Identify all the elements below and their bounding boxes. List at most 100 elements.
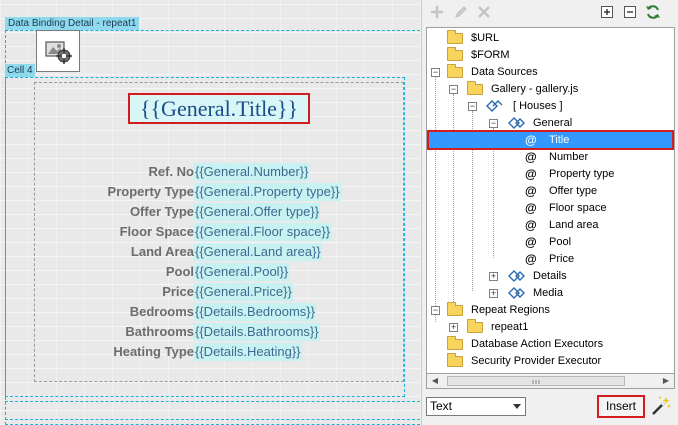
tree-node-label: Gallery - gallery.js	[491, 83, 579, 95]
tree-node-label: Floor space	[549, 202, 607, 214]
field-row: Bedrooms {{Details.Bedrooms}}	[0, 303, 420, 321]
collapse-toggle-icon[interactable]: −	[489, 119, 498, 128]
field-binding[interactable]: {{General.Floor space}}	[194, 223, 332, 241]
gear-picture-icon	[45, 41, 72, 64]
cell-tag[interactable]: Cell 4	[5, 64, 35, 77]
data-binding-widget-icon[interactable]	[36, 30, 80, 72]
folder-icon	[447, 353, 463, 367]
folder-icon	[447, 30, 463, 44]
insert-button[interactable]: Insert	[597, 395, 645, 418]
design-canvas[interactable]: Data Binding Detail - repeat1 Cell 4 {{G…	[0, 0, 420, 425]
tree-node-houses[interactable]: − [ Houses ]	[427, 98, 674, 115]
x-icon[interactable]	[475, 3, 493, 21]
field-row: Land Area {{General.Land area}}	[0, 243, 420, 261]
tree-node-pool[interactable]: @ Pool	[427, 234, 674, 251]
collapse-toggle-icon[interactable]: −	[468, 102, 477, 111]
field-label: Ref. No	[148, 164, 195, 179]
object-icon	[508, 287, 525, 299]
field-binding[interactable]: {{General.Price}}	[194, 283, 293, 301]
tree-node-label: Database Action Executors	[471, 338, 604, 350]
field-row: Price {{General.Price}}	[0, 283, 420, 301]
tree-node-property-type[interactable]: @ Property type	[427, 166, 674, 183]
field-binding[interactable]: {{Details.Bathrooms}}	[194, 323, 320, 341]
expand-toggle-icon[interactable]: +	[489, 272, 498, 281]
scroll-left-icon[interactable]: ◀	[427, 374, 443, 388]
field-label: Heating Type	[113, 344, 194, 359]
pencil-icon[interactable]	[452, 3, 470, 21]
field-binding[interactable]: {{Details.Heating}}	[194, 343, 302, 361]
field-row: Floor Space {{General.Floor space}}	[0, 223, 420, 241]
tree-node-details[interactable]: + Details	[427, 268, 674, 285]
array-icon	[486, 100, 503, 112]
region-divider	[5, 419, 420, 420]
folder-icon	[447, 47, 463, 61]
field-row: Property Type {{General.Property type}}	[0, 183, 420, 201]
tree-node-label: Details	[533, 270, 567, 282]
field-row: Pool {{General.Pool}}	[0, 263, 420, 281]
tree-node-database-action-executors[interactable]: Database Action Executors	[427, 336, 674, 353]
field-binding[interactable]: {{General.Pool}}	[194, 263, 290, 281]
refresh-icon[interactable]	[644, 3, 662, 21]
expand-toggle-icon[interactable]: +	[449, 323, 458, 332]
tree-node-label: Number	[549, 151, 589, 163]
field-row: Heating Type {{Details.Heating}}	[0, 343, 420, 361]
field-binding[interactable]: {{General.Property type}}	[194, 183, 341, 201]
tree-node-label: Land area	[549, 219, 599, 231]
field-label: Price	[162, 284, 194, 299]
tree-node-repeat1[interactable]: + repeat1	[427, 319, 674, 336]
tree-node-label: Media	[533, 287, 563, 299]
property-icon: @	[525, 150, 537, 164]
property-icon: @	[525, 201, 537, 215]
folder-icon	[447, 302, 463, 316]
expand-all-icon[interactable]	[598, 3, 616, 21]
title-binding[interactable]: {{General.Title}}	[128, 93, 310, 124]
collapse-all-icon[interactable]	[621, 3, 639, 21]
collapse-toggle-icon[interactable]: −	[449, 85, 458, 94]
field-row: Offer Type {{General.Offer type}}	[0, 203, 420, 221]
horizontal-scrollbar[interactable]: ◀ ▶	[426, 373, 675, 389]
tree-node-title[interactable]: @ Title	[427, 130, 674, 150]
plus-icon[interactable]	[428, 3, 446, 21]
property-icon: @	[525, 218, 537, 232]
chevron-down-icon	[513, 404, 521, 409]
field-binding[interactable]: {{General.Land area}}	[194, 243, 322, 261]
tree-node-security-provider-executor[interactable]: Security Provider Executor	[427, 353, 674, 370]
property-icon: @	[525, 184, 537, 198]
property-icon: @	[525, 167, 537, 181]
tree-node-label: Security Provider Executor	[471, 355, 602, 367]
tree-node-form[interactable]: $FORM	[427, 47, 674, 64]
scroll-right-icon[interactable]: ▶	[658, 374, 674, 388]
panel-toolbar	[422, 0, 678, 26]
tree-node-gallery[interactable]: − Gallery - gallery.js	[427, 81, 674, 98]
field-label: Bedrooms	[129, 304, 194, 319]
field-binding[interactable]: {{General.Number}}	[194, 163, 310, 181]
tree-node-media[interactable]: + Media	[427, 285, 674, 302]
field-label: Floor Space	[119, 224, 194, 239]
magic-wand-icon[interactable]	[650, 395, 672, 417]
collapse-toggle-icon[interactable]: −	[431, 68, 440, 77]
field-row: Ref. No {{General.Number}}	[0, 163, 420, 181]
tree-node-data-sources[interactable]: − Data Sources	[427, 64, 674, 81]
tree-node-number[interactable]: @ Number	[427, 149, 674, 166]
format-select[interactable]: Text	[426, 397, 526, 416]
tree-node-label: Offer type	[549, 185, 598, 197]
data-tree[interactable]: $URL $FORM − Data Sources − Gallery - ga…	[426, 27, 675, 389]
region-divider	[5, 401, 420, 402]
tree-node-url[interactable]: $URL	[427, 30, 674, 47]
tree-node-price[interactable]: @ Price	[427, 251, 674, 268]
field-label: Pool	[165, 264, 194, 279]
field-binding[interactable]: {{Details.Bedrooms}}	[194, 303, 316, 321]
field-label: Bathrooms	[125, 324, 194, 339]
expand-toggle-icon[interactable]: +	[489, 289, 498, 298]
tree-node-label: Price	[549, 253, 575, 265]
tree-node-floor-space[interactable]: @ Floor space	[427, 200, 674, 217]
tree-node-label: Pool	[549, 236, 572, 248]
repeat-region-tag[interactable]: Data Binding Detail - repeat1	[5, 17, 140, 30]
scrollbar-thumb[interactable]	[447, 376, 625, 386]
tree-node-offer-type[interactable]: @ Offer type	[427, 183, 674, 200]
tree-node-repeat-regions[interactable]: − Repeat Regions	[427, 302, 674, 319]
field-binding[interactable]: {{General.Offer type}}	[194, 203, 321, 221]
collapse-toggle-icon[interactable]: −	[431, 306, 440, 315]
tree-node-land-area[interactable]: @ Land area	[427, 217, 674, 234]
field-label: Land Area	[130, 244, 194, 259]
